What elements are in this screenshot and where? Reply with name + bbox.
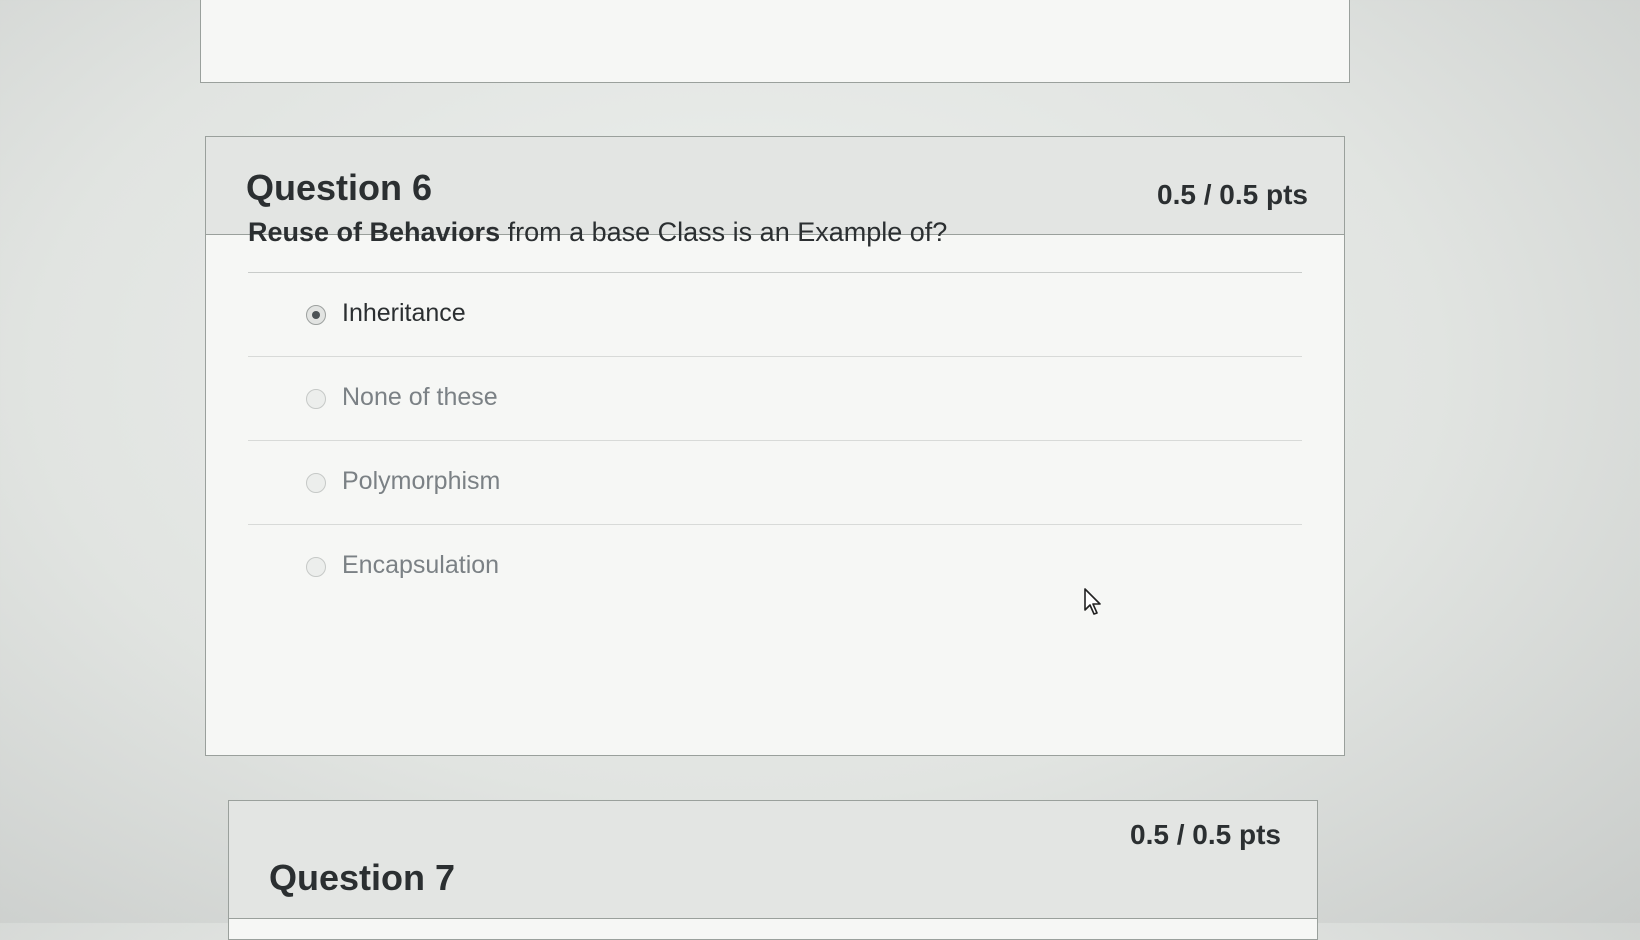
radio-button[interactable] — [306, 557, 326, 577]
question-6-text-rest: from a base Class is an Example of? — [500, 217, 948, 247]
question-6-points: 0.5 / 0.5 pts — [1157, 179, 1308, 210]
question-6-text: Reuse of Behaviors from a base Class is … — [248, 217, 947, 248]
answer-label: Encapsulation — [342, 551, 500, 579]
answer-label: Polymorphism — [342, 467, 501, 495]
question-7-points: 0.5 / 0.5 pts — [1130, 819, 1281, 850]
question-7-title: Question 7 — [269, 857, 456, 898]
mouse-cursor-icon — [1084, 588, 1104, 621]
radio-button[interactable] — [306, 389, 326, 409]
answer-option[interactable]: Inheritance — [248, 273, 1302, 357]
radio-button-selected[interactable] — [306, 305, 326, 325]
question-7-header: Question 7 0.5 / 0.5 pts — [229, 801, 1317, 919]
answer-option[interactable]: Polymorphism — [248, 441, 1302, 525]
answer-label: None of these — [342, 383, 498, 411]
question-6-title: Question 6 — [246, 167, 433, 208]
answer-label: Inheritance — [342, 299, 466, 327]
question-7-card: Question 7 0.5 / 0.5 pts — [228, 800, 1318, 940]
previous-question-card — [200, 0, 1350, 83]
question-6-card: Question 6 0.5 / 0.5 pts Reuse of Behavi… — [205, 136, 1345, 756]
answer-option[interactable]: Encapsulation — [248, 525, 1302, 609]
radio-button[interactable] — [306, 473, 326, 493]
answer-option[interactable]: None of these — [248, 357, 1302, 441]
question-6-text-bold: Reuse of Behaviors — [248, 217, 501, 247]
